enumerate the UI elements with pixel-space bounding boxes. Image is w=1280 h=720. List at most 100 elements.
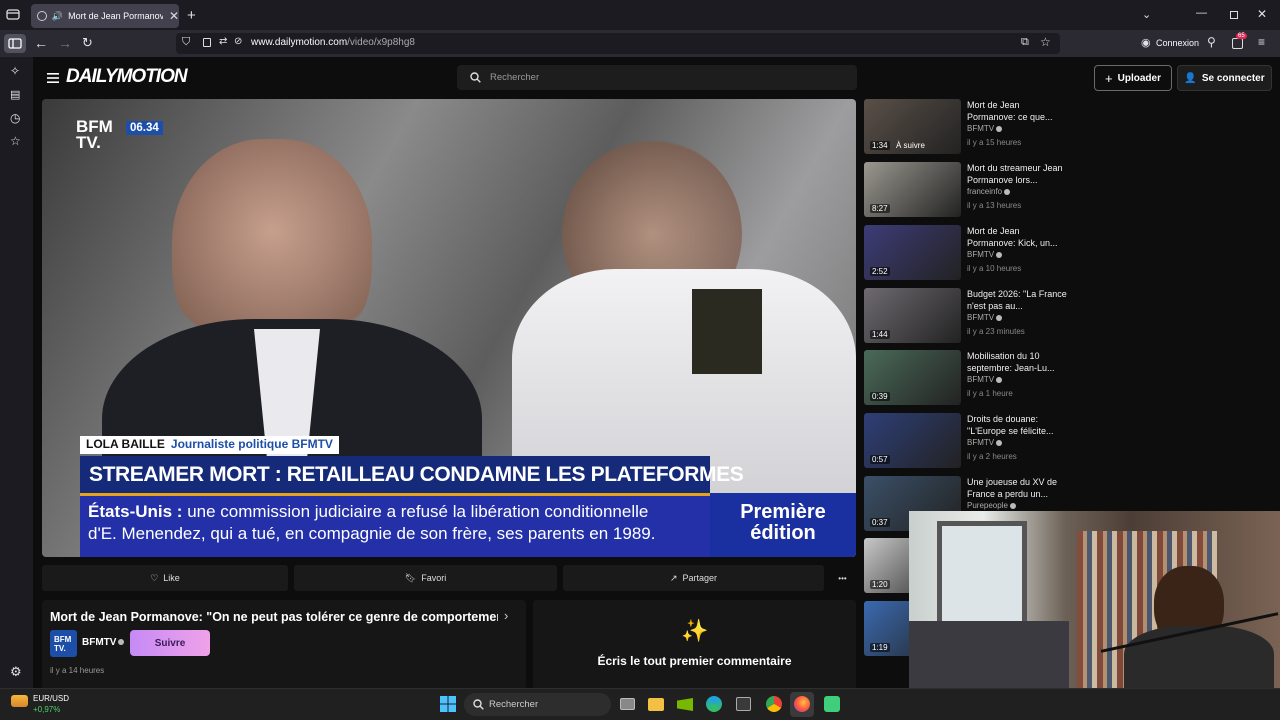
back-icon[interactable]: ← bbox=[34, 35, 48, 51]
close-tab-icon[interactable]: ✕ bbox=[169, 9, 179, 23]
recommendation-item[interactable]: 0:39 Mobilisation du 10 septembre: Jean-L… bbox=[864, 350, 1064, 407]
recommendation-thumbnail[interactable]: 1:34 À suivre bbox=[864, 99, 961, 154]
recommendation-thumbnail[interactable]: 0:57 bbox=[864, 413, 961, 468]
windows-start-icon[interactable] bbox=[440, 696, 456, 717]
recommendation-title[interactable]: Une joueuse du XV de France a perdu un..… bbox=[967, 476, 1067, 500]
recommendation-channel[interactable]: BFMTV bbox=[967, 124, 1003, 133]
login-button[interactable]: 👤 Se connecter bbox=[1177, 65, 1272, 91]
close-window-icon[interactable]: ✕ bbox=[1257, 7, 1267, 21]
recommendation-title[interactable]: Mort du streameur Jean Pormanove lors... bbox=[967, 162, 1067, 186]
forward-icon[interactable]: → bbox=[58, 35, 72, 51]
synced-tabs-icon[interactable]: ▤ bbox=[10, 88, 20, 101]
extension-icon[interactable]: 65 bbox=[1230, 33, 1247, 50]
more-options-button[interactable]: ••• bbox=[829, 565, 856, 591]
recommendation-title[interactable]: Budget 2026: "La France n'est pas au... bbox=[967, 288, 1067, 312]
account-label[interactable]: Connexion bbox=[1156, 38, 1199, 48]
new-tab-icon[interactable]: + bbox=[187, 7, 196, 24]
url-bar[interactable]: ⛉ ⇄ ⊘ www.dailymotion.com/video/x9p8hg8 … bbox=[176, 33, 1060, 54]
recommendation-channel[interactable]: franceinfo bbox=[967, 187, 1011, 196]
bookmarks-icon[interactable]: ☆ bbox=[10, 134, 21, 148]
chrome-icon[interactable] bbox=[766, 696, 782, 712]
ai-chatbot-icon[interactable]: ✧ bbox=[10, 64, 20, 78]
audio-icon[interactable]: 🔊 bbox=[52, 11, 63, 22]
recommendation-thumbnail[interactable]: 8:27 bbox=[864, 162, 961, 217]
recommendation-thumbnail[interactable]: 0:39 bbox=[864, 350, 961, 405]
ticker-line2: d'E. Menendez, qui a tué, en compagnie d… bbox=[88, 524, 656, 543]
store-icon[interactable] bbox=[736, 697, 751, 711]
recommendation-thumbnail[interactable]: 2:52 bbox=[864, 225, 961, 280]
site-search-input[interactable]: Rechercher bbox=[457, 65, 857, 90]
account-icon[interactable]: ◉ bbox=[1141, 36, 1151, 49]
extensions-icon[interactable]: ⚲ bbox=[1207, 35, 1216, 49]
recommendation-title[interactable]: Droits de douane: "L'Europe se félicite.… bbox=[967, 413, 1067, 437]
channel-name[interactable]: BFMTV bbox=[82, 637, 125, 648]
lock-icon[interactable] bbox=[203, 38, 211, 47]
tab-list-icon[interactable] bbox=[6, 8, 20, 20]
recommendation-channel[interactable]: BFMTV bbox=[967, 375, 1003, 384]
widget-value: +0,97% bbox=[33, 705, 61, 714]
scene-epaulette bbox=[692, 289, 762, 374]
recommendation-item[interactable]: 2:52 Mort de Jean Pormanove: Kick, un... B… bbox=[864, 225, 1064, 282]
widget-label[interactable]: EUR/USD bbox=[33, 694, 69, 703]
widget-icon[interactable] bbox=[11, 695, 28, 707]
favicon-icon bbox=[37, 11, 47, 21]
app-icon[interactable] bbox=[824, 696, 840, 712]
firefox-active-bg[interactable] bbox=[790, 692, 814, 717]
comments-empty-label: Écris le tout premier commentaire bbox=[597, 654, 792, 668]
recommendation-time: il y a 10 heures bbox=[967, 264, 1022, 273]
site-logo[interactable]: DAILYMOTION bbox=[66, 66, 188, 88]
recommendation-item[interactable]: 1:34 À suivre Mort de Jean Pormanove: ce q… bbox=[864, 99, 1064, 156]
recommendation-channel[interactable]: BFMTV bbox=[967, 313, 1003, 322]
firefox-icon bbox=[794, 696, 810, 712]
tab-active[interactable]: 🔊 Mort de Jean Pormanove: " ✕ bbox=[31, 4, 179, 28]
verified-icon bbox=[118, 639, 125, 646]
like-button[interactable]: ♡ Like bbox=[42, 565, 288, 591]
shield-icon[interactable]: ⛉ bbox=[182, 36, 190, 49]
file-explorer-icon[interactable] bbox=[648, 698, 664, 711]
menu-icon[interactable]: ≡ bbox=[1258, 35, 1265, 49]
recommendation-thumbnail[interactable]: 1:44 bbox=[864, 288, 961, 343]
nvidia-icon[interactable] bbox=[677, 698, 693, 711]
hamburger-menu-icon[interactable] bbox=[47, 70, 59, 88]
favorite-button[interactable]: 🔖︎ Favori bbox=[294, 565, 557, 591]
history-icon[interactable]: ◷ bbox=[10, 111, 20, 125]
taskbar: EUR/USD +0,97% Rechercher bbox=[0, 688, 1280, 720]
verified-icon bbox=[996, 314, 1003, 321]
recommendation-channel[interactable]: Purepeople bbox=[967, 501, 1016, 510]
upload-button[interactable]: + Uploader bbox=[1094, 65, 1172, 91]
picture-in-picture-icon[interactable]: ⧉ bbox=[1021, 36, 1029, 49]
share-icon: ↗ bbox=[669, 572, 678, 583]
settings-gear-icon[interactable]: ⚙ bbox=[10, 664, 22, 680]
recommendation-item[interactable]: 1:44 Budget 2026: "La France n'est pas au… bbox=[864, 288, 1067, 345]
bookmark-icon: 🔖︎ bbox=[404, 572, 417, 583]
recommendation-title[interactable]: Mort de Jean Pormanove: Kick, un... bbox=[967, 225, 1067, 249]
verified-icon bbox=[1004, 188, 1011, 195]
video-info-card: Mort de Jean Pormanove: "On ne peut pas … bbox=[42, 600, 526, 688]
recommendation-channel[interactable]: BFMTV bbox=[967, 438, 1003, 447]
duration-badge: 1:44 bbox=[870, 330, 890, 339]
autoplay-blocked-icon[interactable]: ⊘ bbox=[234, 36, 242, 47]
recommendation-title[interactable]: Mobilisation du 10 septembre: Jean-Lu... bbox=[967, 350, 1067, 374]
maximize-icon[interactable] bbox=[1230, 11, 1238, 19]
video-title: Mort de Jean Pormanove: "On ne peut pas … bbox=[50, 610, 498, 624]
recommendation-title[interactable]: Mort de Jean Pormanove: ce que... bbox=[967, 99, 1067, 123]
chevron-down-icon[interactable]: ⌄ bbox=[1142, 8, 1151, 21]
recommendation-item[interactable]: 0:57 Droits de douane: "L'Europe se félic… bbox=[864, 413, 1064, 470]
edge-icon[interactable] bbox=[706, 696, 722, 712]
share-button[interactable]: ↗ Partager bbox=[563, 565, 824, 591]
sidebar-toggle-icon[interactable] bbox=[4, 34, 26, 53]
permissions-icon[interactable]: ⇄ bbox=[219, 36, 227, 47]
bookmark-star-icon[interactable]: ☆ bbox=[1040, 35, 1051, 49]
channel-avatar[interactable]: BFM TV. bbox=[50, 630, 77, 657]
reload-icon[interactable]: ↻ bbox=[82, 35, 93, 51]
video-player[interactable]: BFM TV. 06.34 LOLA BAILLE Journaliste po… bbox=[42, 99, 856, 557]
chevron-right-icon[interactable]: › bbox=[504, 608, 508, 623]
taskbar-search[interactable]: Rechercher bbox=[464, 693, 611, 716]
heart-icon: ♡ bbox=[150, 572, 159, 583]
task-view-icon[interactable] bbox=[620, 698, 635, 710]
recommendation-channel[interactable]: BFMTV bbox=[967, 250, 1003, 259]
recommendation-item[interactable]: 8:27 Mort du streameur Jean Pormanove lor… bbox=[864, 162, 1064, 219]
minimize-icon[interactable]: — bbox=[1196, 7, 1207, 19]
extension-badge: 65 bbox=[1236, 33, 1247, 39]
follow-button[interactable]: Suivre bbox=[130, 630, 210, 656]
